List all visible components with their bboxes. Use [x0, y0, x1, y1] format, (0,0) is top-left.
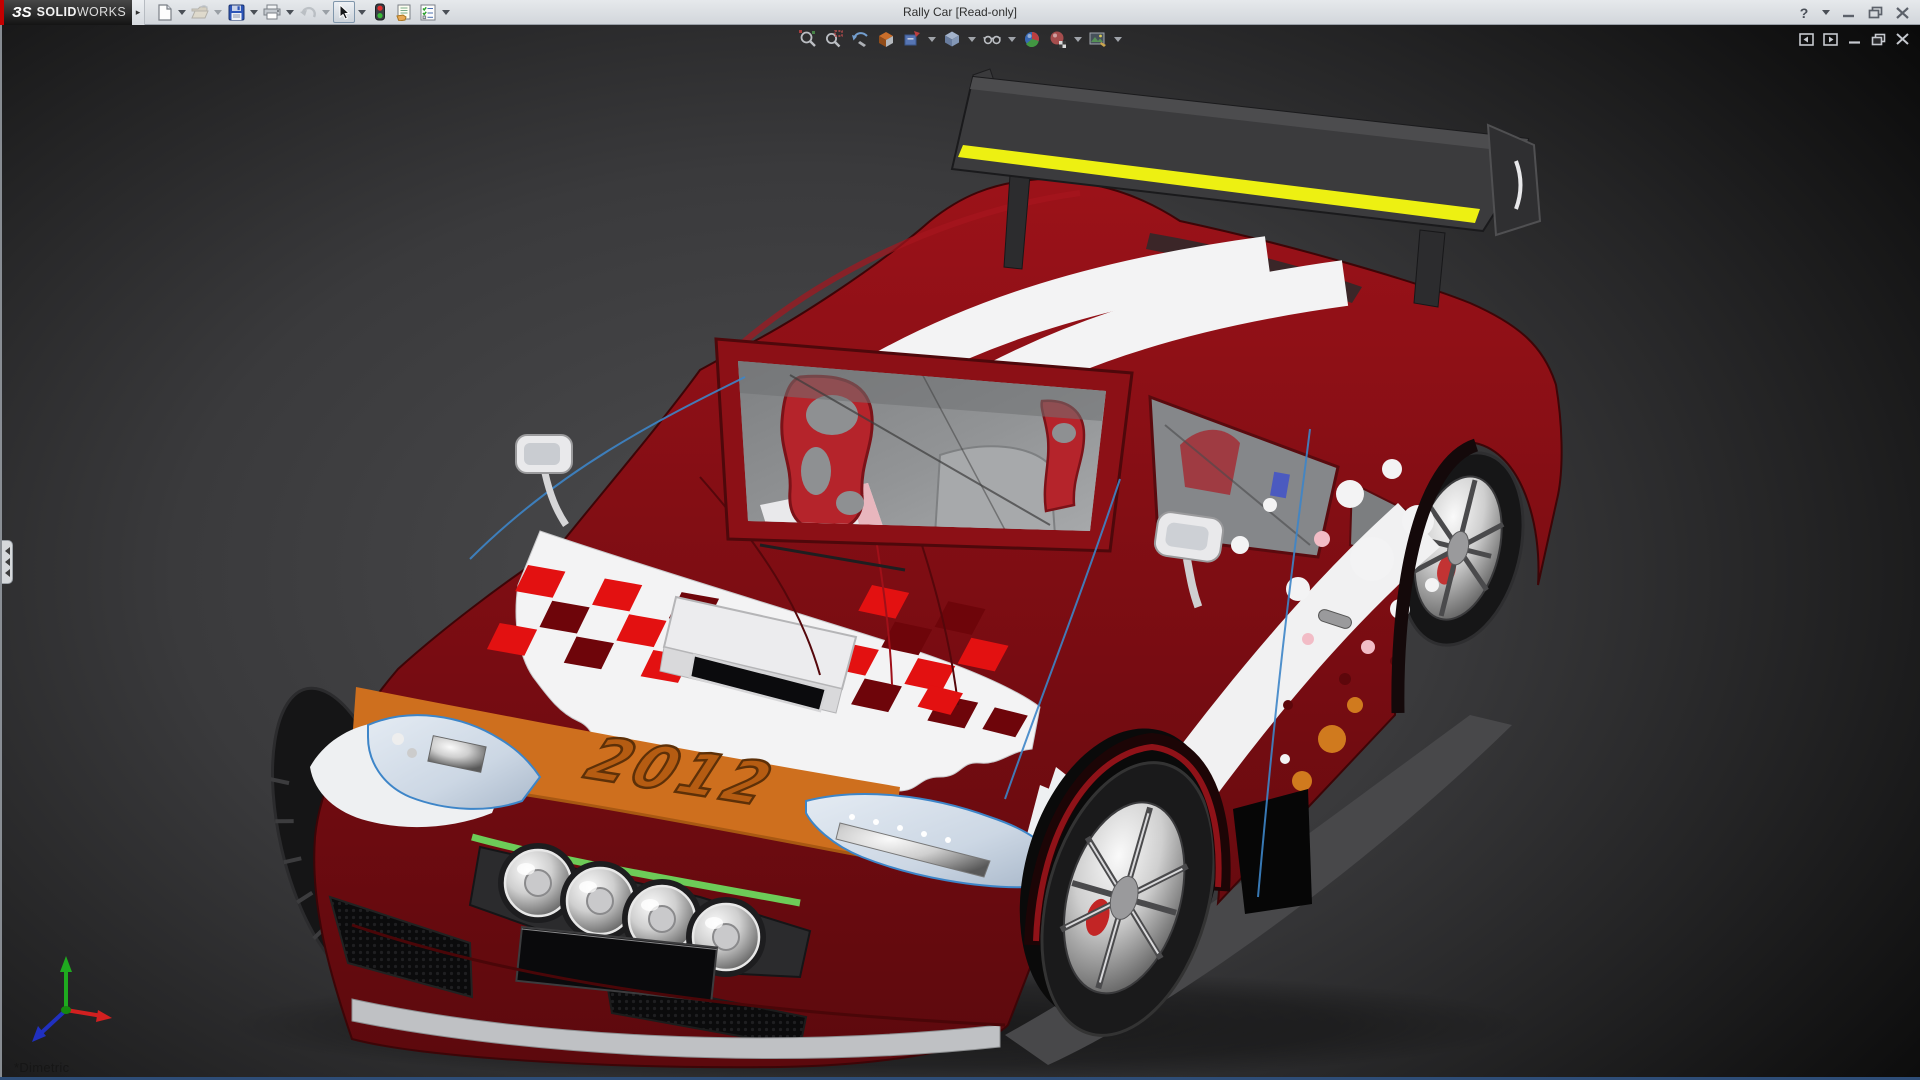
- options-checklist-icon: [419, 4, 437, 21]
- help-button[interactable]: ?: [1794, 3, 1814, 23]
- window-controls: ?: [1794, 0, 1912, 25]
- printer-icon: [263, 4, 281, 20]
- brand-mark: ЗS: [12, 4, 32, 21]
- print-dropdown[interactable]: [285, 1, 295, 23]
- menu-flyout-arrow[interactable]: ▸: [132, 0, 145, 25]
- file-properties-button[interactable]: [393, 1, 415, 23]
- viewport-left-border: [0, 25, 2, 1080]
- doc-close-button[interactable]: [1894, 31, 1910, 47]
- apply-scene-dropdown[interactable]: [1113, 28, 1123, 50]
- zoom-fit-icon: [798, 29, 818, 49]
- options-dropdown[interactable]: [441, 1, 451, 23]
- display-style-dropdown[interactable]: [1007, 28, 1017, 50]
- solidworks-logo: ЗS SOLIDWORKS: [0, 0, 132, 25]
- solidworks-window: ЗS SOLIDWORKS ▸: [0, 0, 1920, 1080]
- windshield: [716, 339, 1132, 570]
- apply-scene-icon: [1088, 29, 1108, 49]
- print-button[interactable]: [261, 1, 283, 23]
- section-view-icon: [876, 29, 896, 49]
- previous-view-icon: [850, 29, 870, 49]
- main-toolbar: [145, 1, 451, 23]
- collapse-arrow-icon: [5, 569, 10, 577]
- restore-button[interactable]: [1865, 3, 1885, 23]
- logo-red-stripe: [0, 0, 4, 25]
- open-dropdown[interactable]: [213, 1, 223, 23]
- help-dropdown[interactable]: [1821, 2, 1831, 24]
- file-properties-icon: [395, 4, 413, 21]
- select-button[interactable]: [333, 1, 355, 23]
- view-orientation-dropdown[interactable]: [967, 28, 977, 50]
- view-orientation-button[interactable]: [941, 28, 963, 50]
- new-document-icon: [156, 4, 173, 21]
- section-view-button[interactable]: [875, 28, 897, 50]
- view-orientation-label: *Dimetric: [14, 1060, 69, 1075]
- options-button[interactable]: [417, 1, 439, 23]
- traffic-light-icon: [374, 3, 386, 21]
- minimize-button[interactable]: [1838, 3, 1858, 23]
- select-dropdown[interactable]: [357, 1, 367, 23]
- undo-button[interactable]: [297, 1, 319, 23]
- appearance-sphere-icon: [1048, 29, 1068, 49]
- doc-restore-button[interactable]: [1870, 31, 1886, 47]
- expand-left-panel-button[interactable]: [1798, 31, 1814, 47]
- zoom-to-area-button[interactable]: [823, 28, 845, 50]
- graphics-viewport[interactable]: 2012: [0, 25, 1920, 1080]
- new-button[interactable]: [153, 1, 175, 23]
- color-sphere-icon: [1022, 29, 1042, 49]
- close-button[interactable]: [1892, 3, 1912, 23]
- display-style-icon: [982, 29, 1002, 49]
- side-duct: [1233, 789, 1312, 914]
- reference-triad: [16, 952, 116, 1052]
- collapse-arrow-icon: [5, 547, 10, 555]
- view-cube-icon: [942, 29, 962, 49]
- edit-appearance-dropdown[interactable]: [1073, 28, 1083, 50]
- zoom-to-fit-button[interactable]: [797, 28, 819, 50]
- save-dropdown[interactable]: [249, 1, 259, 23]
- select-cursor-icon: [337, 4, 351, 20]
- rally-car-model[interactable]: 2012: [0, 25, 1920, 1080]
- doc-minimize-button[interactable]: [1846, 31, 1862, 47]
- open-folder-icon: [191, 4, 209, 20]
- document-window-controls: [1798, 31, 1910, 47]
- panel-collapse-handle[interactable]: [2, 540, 13, 584]
- collapse-arrow-icon: [5, 558, 10, 566]
- save-floppy-icon: [228, 4, 245, 21]
- rebuild-button[interactable]: [369, 1, 391, 23]
- annotation-views-dropdown[interactable]: [927, 28, 937, 50]
- display-style-button[interactable]: [981, 28, 1003, 50]
- brand-name: SOLIDWORKS: [37, 5, 126, 19]
- interior: [738, 361, 1108, 537]
- apply-scene-button[interactable]: [1087, 28, 1109, 50]
- annotation-views-icon: [902, 29, 922, 49]
- previous-view-button[interactable]: [849, 28, 871, 50]
- annotation-views-button[interactable]: [901, 28, 923, 50]
- headsup-view-toolbar: [797, 28, 1123, 50]
- title-bar: ЗS SOLIDWORKS ▸: [0, 0, 1920, 25]
- undo-dropdown[interactable]: [321, 1, 331, 23]
- open-button[interactable]: [189, 1, 211, 23]
- zoom-area-icon: [824, 29, 844, 49]
- hide-show-items-button[interactable]: [1021, 28, 1043, 50]
- save-button[interactable]: [225, 1, 247, 23]
- new-dropdown[interactable]: [177, 1, 187, 23]
- spoiler-endplate: [1488, 125, 1540, 235]
- edit-appearance-button[interactable]: [1047, 28, 1069, 50]
- expand-right-panel-button[interactable]: [1822, 31, 1838, 47]
- undo-arrow-icon: [299, 4, 317, 20]
